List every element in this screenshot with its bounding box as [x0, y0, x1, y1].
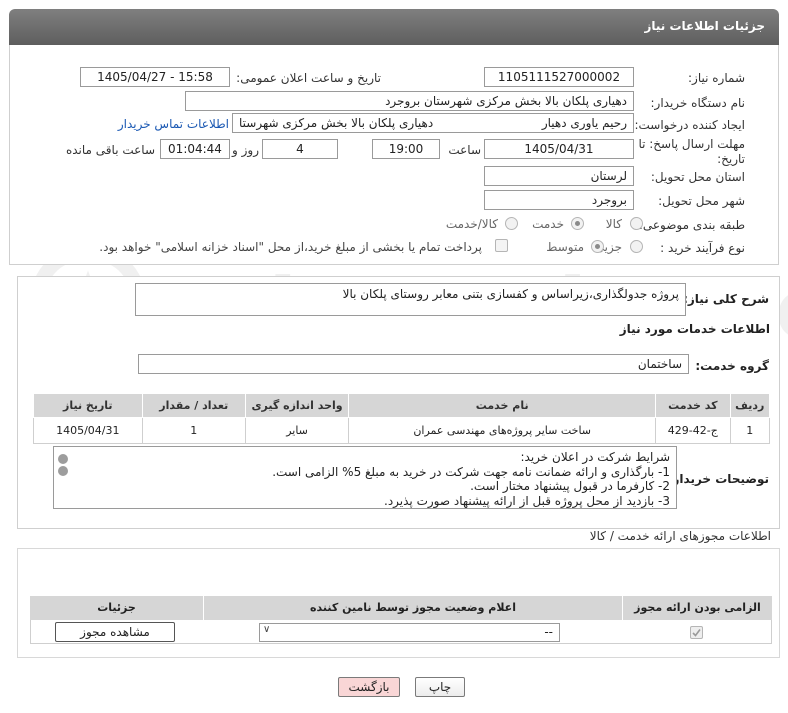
category-label: طبقه بندی موضوعی: [638, 218, 745, 232]
need-number-label: شماره نیاز: [688, 71, 745, 85]
category-radio-service[interactable] [571, 217, 584, 230]
announce-label: تاریخ و ساعت اعلان عمومی: [236, 71, 381, 85]
notes-line-2: 1- بارگذاری و ارائه ضمانت نامه جهت شرکت … [272, 464, 670, 479]
summary-field: پروژه جدولگذاری،زیراساس و کفسازی بتنی مع… [135, 283, 686, 316]
buyer-notes-field[interactable]: شرایط شرکت در اعلان خرید: 1- بارگذاری و … [53, 446, 677, 509]
col-unit: واحد اندازه گیری [244, 393, 350, 418]
deadline-label-date: تاریخ: [717, 152, 745, 166]
scroll-thumb-icon[interactable] [58, 466, 68, 476]
cell-qty: 1 [141, 417, 246, 444]
city-label: شهر محل تحویل: [658, 194, 745, 208]
deadline-days-field: 4 [262, 139, 338, 159]
deadline-time-label: ساعت [448, 143, 481, 157]
col-code: کد خدمت [655, 393, 731, 418]
service-group-field: ساختمان [138, 354, 689, 374]
permits-col-status: اعلام وضعیت مجوز توسط نامین کننده [203, 596, 622, 620]
col-row: ردیف [729, 393, 771, 418]
buyer-org-field: دهیاری پلکان بالا بخش مرکزی شهرستان بروج… [185, 91, 634, 111]
category-radio-goods[interactable] [630, 217, 643, 230]
services-title: اطلاعات خدمات مورد نیاز [619, 322, 770, 336]
check-icon [692, 629, 701, 637]
creator-field: رحیم یاوری دهیار دهیاری پلکان بالا بخش م… [232, 113, 634, 133]
city-field: بروجرد [484, 190, 634, 210]
purchase-type-label: نوع فرآیند خرید : [660, 241, 745, 255]
panel-header: جزئیات اطلاعات نیاز [9, 9, 779, 45]
category-option-goods-service: کالا/خدمت [445, 217, 498, 231]
deadline-label: مهلت ارسال پاسخ: تا [638, 137, 745, 151]
purchase-radio-minor[interactable] [630, 240, 643, 253]
table-row: 1 ج-42-429 ساخت سایر پروژه‌های مهندسی عم… [33, 417, 771, 444]
deadline-time-field: 19:00 [372, 139, 440, 159]
buyer-notes-label: توضیحات خریدار: [667, 472, 769, 486]
permits-col-details: جزئیات [97, 601, 136, 614]
purchase-radio-medium[interactable] [591, 240, 604, 253]
buyer-org-label: نام دستگاه خریدار: [650, 96, 746, 110]
cell-date: 1405/04/31 [33, 417, 143, 444]
permits-table-header: الزامی بودن ارائه مجوز اعلام وضعیت مجوز … [30, 596, 772, 620]
remaining-time-label: ساعت باقی مانده [65, 143, 155, 157]
permits-col-required: الزامی بودن ارائه مجوز [622, 596, 772, 620]
announce-field: 1405/04/27 - 15:58 [80, 67, 230, 87]
permit-required-checkbox[interactable] [690, 626, 703, 639]
services-table: ردیف کد خدمت نام خدمت واحد اندازه گیری ت… [33, 393, 771, 444]
view-permit-button[interactable]: مشاهده مجوز [55, 622, 175, 642]
province-field: لرستان [484, 166, 634, 186]
services-table-header: ردیف کد خدمت نام خدمت واحد اندازه گیری ت… [33, 393, 771, 418]
category-option-goods: کالا [605, 217, 622, 231]
summary-label: شرح کلی نیاز: [683, 292, 769, 306]
buyer-contact-link[interactable]: اطلاعات تماس خریدار [118, 117, 229, 131]
page-title: جزئیات اطلاعات نیاز [644, 19, 765, 33]
province-label: استان محل تحویل: [650, 170, 745, 184]
service-group-label: گروه خدمت: [695, 359, 769, 373]
category-radio-goods-service[interactable] [505, 217, 518, 230]
permits-title: اطلاعات مجوزهای ارائه خدمت / کالا [589, 529, 771, 543]
remaining-time-field: 01:04:44 [160, 139, 230, 159]
back-button[interactable]: بازگشت [338, 677, 400, 697]
purchase-option-medium: متوسط [546, 240, 584, 254]
treasury-checkbox[interactable] [495, 239, 508, 252]
deadline-date-field: 1405/04/31 [484, 139, 634, 159]
notes-line-4: 3- بازدید از محل پروژه قبل از ارائه پیشن… [384, 493, 670, 508]
chevron-down-icon: ∨ [263, 624, 271, 635]
notes-scrollbar[interactable] [56, 449, 70, 506]
col-name: نام خدمت [348, 393, 657, 418]
col-date: تاریخ نیاز [33, 393, 143, 418]
deadline-days-label: روز و [232, 143, 259, 157]
col-qty: تعداد / مقدار [141, 393, 246, 418]
cell-code: ج-42-429 [655, 417, 731, 444]
permit-status-select[interactable]: ∨ -- [259, 623, 560, 642]
creator-label: ایجاد کننده درخواست: [634, 118, 745, 132]
category-option-service: خدمت [532, 217, 564, 231]
creator-org: دهیاری پلکان بالا بخش مرکزی شهرستا [239, 116, 434, 130]
creator-name: رحیم یاوری دهیار [541, 116, 627, 130]
scroll-up-icon[interactable] [58, 454, 68, 464]
cell-row: 1 [729, 417, 771, 444]
notes-line-3: 2- کارفرما در قبول پیشنهاد مختار است. [470, 479, 670, 493]
permit-status-value: -- [544, 625, 553, 639]
print-button[interactable]: چاپ [415, 677, 465, 697]
need-number-field: 1105111527000002 [484, 67, 634, 87]
notes-line-1: شرایط شرکت در اعلان خرید: [520, 450, 671, 464]
treasury-note: پرداخت تمام یا بخشی از مبلغ خرید،از محل … [99, 240, 482, 254]
cell-name: ساخت سایر پروژه‌های مهندسی عمران [348, 417, 657, 444]
cell-unit: سایر [244, 417, 350, 444]
